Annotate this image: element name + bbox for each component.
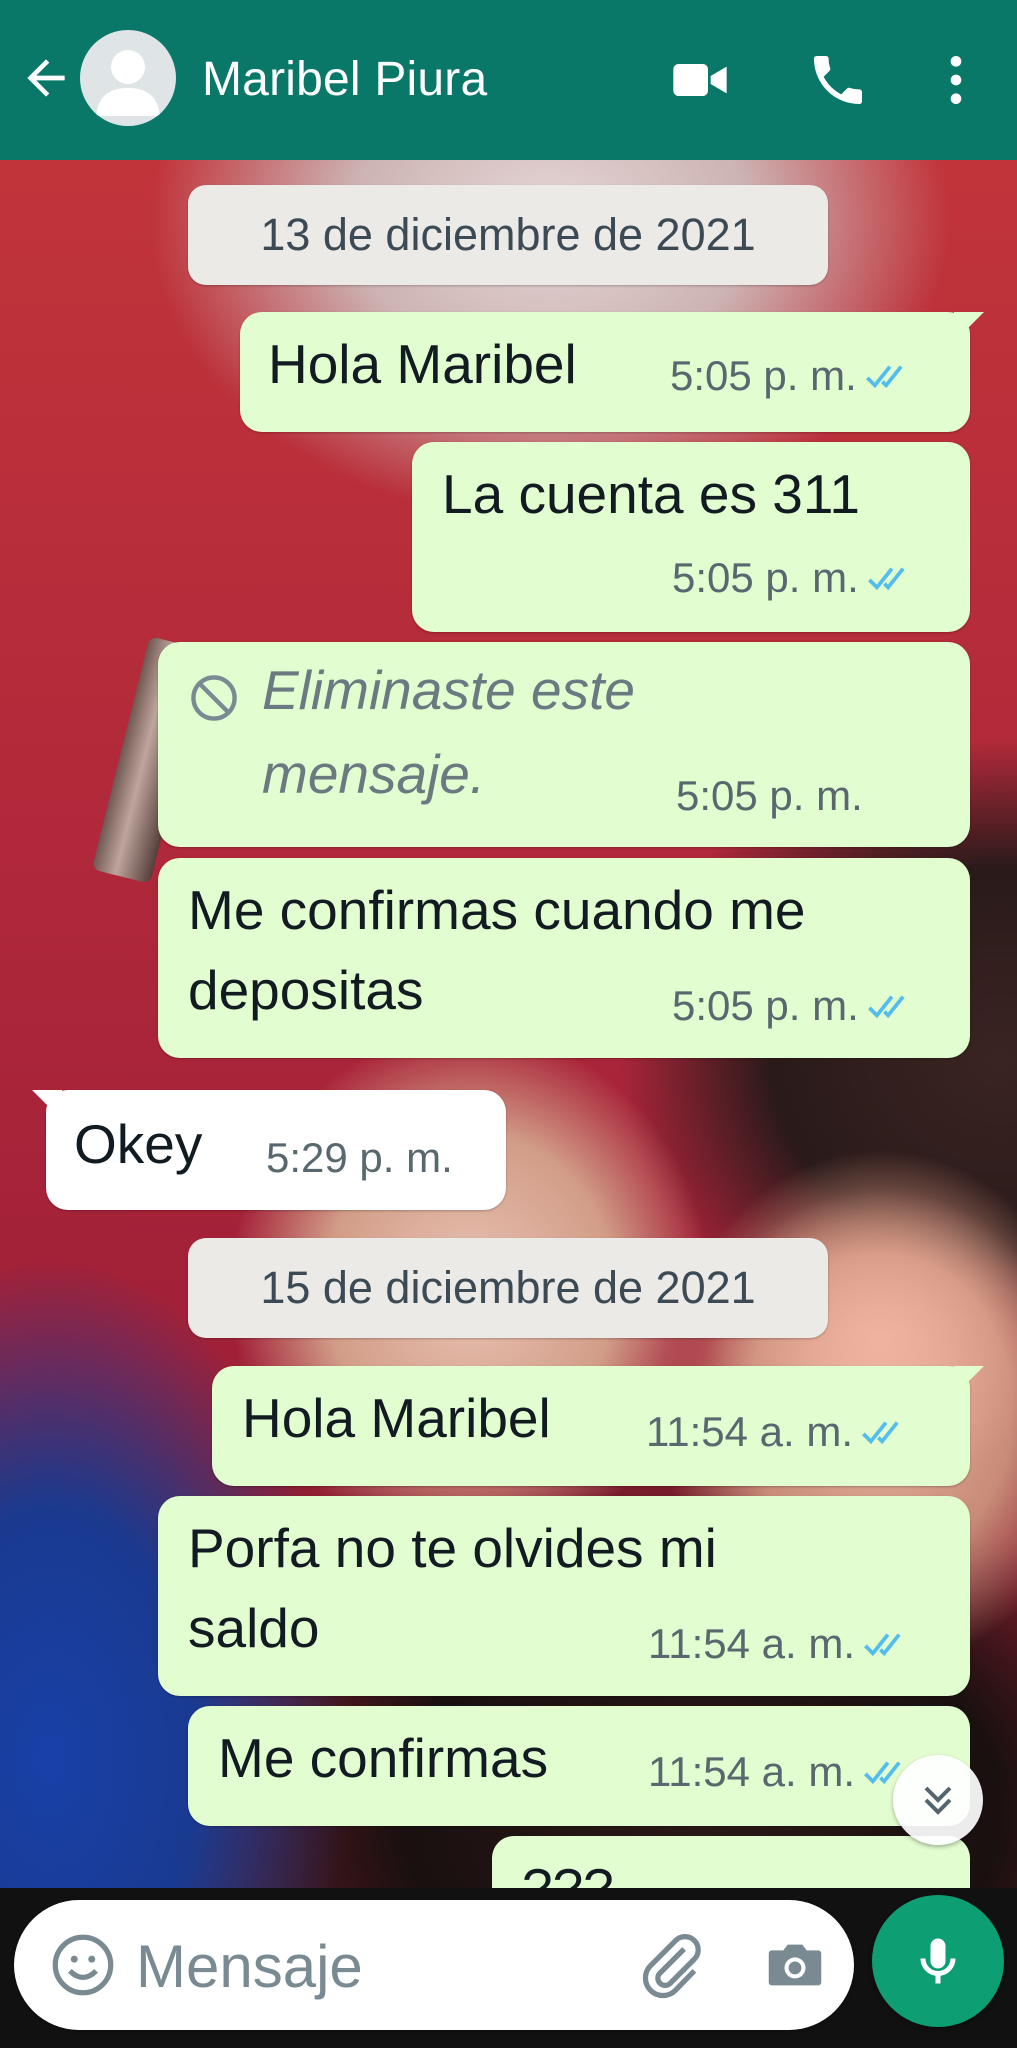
- paperclip-icon[interactable]: [636, 1930, 706, 2000]
- message-text: ???: [522, 1857, 614, 1888]
- emoji-icon[interactable]: [48, 1930, 118, 2000]
- double-check-icon: [867, 567, 905, 591]
- scroll-to-bottom-button[interactable]: [893, 1755, 983, 1845]
- chat-wallpaper[interactable]: 13 de diciembre de 2021 Hola Maribel 5:0…: [0, 160, 1017, 1888]
- avatar[interactable]: [80, 30, 176, 126]
- phone-icon[interactable]: [806, 48, 870, 112]
- message-text: Porfa no te olvides mi: [188, 1517, 717, 1579]
- bubble-tail: [32, 1090, 62, 1120]
- microphone-icon: [920, 1938, 956, 1984]
- message-bubble-outgoing[interactable]: Porfa no te olvides mi saldo 11:54 a. m.: [158, 1496, 970, 1696]
- more-vert-icon[interactable]: [924, 48, 988, 112]
- message-text: La cuenta es 311: [442, 463, 860, 525]
- double-chevron-down-icon: [924, 1786, 952, 1815]
- message-text: depositas: [188, 959, 424, 1021]
- voice-record-button[interactable]: [872, 1895, 1004, 2027]
- message-text: saldo: [188, 1597, 320, 1659]
- message-time: 5:05 p. m.: [676, 772, 863, 819]
- date-separator: 15 de diciembre de 2021: [188, 1238, 828, 1338]
- arrow-left-icon[interactable]: [18, 50, 74, 106]
- message-meta: 5:05 p. m.: [672, 554, 913, 602]
- camera-icon[interactable]: [760, 1930, 830, 2000]
- chat-header: Maribel Piura: [0, 0, 1017, 160]
- message-text: Me confirmas cuando me: [188, 879, 806, 941]
- message-time: 5:05 p. m.: [670, 352, 857, 399]
- message-text: Eliminaste este: [262, 659, 635, 721]
- message-time: 11:54 a. m.: [648, 1748, 856, 1795]
- message-bubble-outgoing[interactable]: ???: [492, 1836, 970, 1888]
- message-time: 11:54 a. m.: [646, 1408, 854, 1455]
- date-separator: 13 de diciembre de 2021: [188, 185, 828, 285]
- message-time: 11:54 a. m.: [648, 1620, 856, 1667]
- message-text: Hola Maribel: [242, 1387, 551, 1449]
- message-meta: 11:54 a. m.: [648, 1748, 909, 1796]
- message-text: Me confirmas: [218, 1727, 549, 1789]
- double-check-icon: [864, 1633, 901, 1657]
- message-time: 5:05 p. m.: [672, 554, 859, 601]
- bubble-tail: [954, 1366, 984, 1396]
- double-check-icon: [862, 1421, 899, 1445]
- message-input[interactable]: [136, 1928, 616, 2004]
- message-time: 5:05 p. m.: [672, 982, 859, 1029]
- message-meta: 5:05 p. m.: [672, 982, 913, 1030]
- contact-name[interactable]: Maribel Piura: [202, 52, 487, 107]
- message-meta: 5:05 p. m.: [670, 352, 911, 400]
- message-bubble-incoming[interactable]: Okey 5:29 p. m.: [32, 1090, 506, 1210]
- bubble-tail: [954, 312, 984, 342]
- message-time: 5:29 p. m.: [266, 1134, 453, 1181]
- message-text: mensaje.: [262, 743, 486, 805]
- message-composer: [14, 1900, 854, 2030]
- message-text: Okey: [74, 1113, 203, 1175]
- message-meta: 11:54 a. m.: [646, 1408, 907, 1456]
- message-bubble-outgoing[interactable]: Me confirmas cuando me depositas 5:05 p.…: [158, 858, 970, 1058]
- message-bubble-deleted[interactable]: Eliminaste este mensaje. 5:05 p. m.: [158, 642, 970, 847]
- blocked-icon: [191, 675, 237, 721]
- message-bubble-outgoing[interactable]: La cuenta es 311 5:05 p. m.: [412, 442, 970, 632]
- message-meta: 11:54 a. m.: [648, 1620, 909, 1668]
- double-check-icon: [867, 995, 905, 1019]
- double-check-icon: [865, 365, 903, 389]
- message-bubble-outgoing[interactable]: Me confirmas 11:54 a. m.: [188, 1706, 970, 1826]
- message-bubble-outgoing[interactable]: Hola Maribel 5:05 p. m.: [240, 312, 984, 432]
- message-text: Hola Maribel: [268, 333, 577, 395]
- video-call-icon[interactable]: [668, 48, 732, 112]
- default-avatar-icon: [96, 50, 160, 116]
- message-bubble-outgoing[interactable]: Hola Maribel 11:54 a. m.: [212, 1366, 984, 1486]
